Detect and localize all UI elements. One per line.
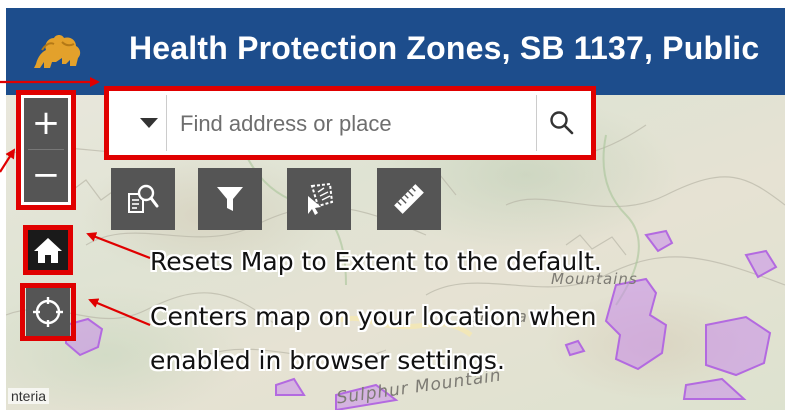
home-highlight-box — [23, 225, 73, 275]
app-header: Health Protection Zones, SB 1137, Public — [6, 0, 785, 95]
california-bear-logo-icon — [32, 28, 84, 78]
select-cursor-icon — [308, 182, 334, 215]
ruler-icon — [394, 184, 424, 214]
zoom-highlight-box — [16, 90, 76, 210]
query-search-icon — [128, 184, 159, 213]
home-caption: Resets Map to Extent to the default. — [150, 247, 602, 276]
app-title: Health Protection Zones, SB 1137, Public — [129, 30, 760, 66]
locate-highlight-box — [20, 283, 76, 341]
filter-widget-button[interactable] — [198, 168, 262, 230]
select-widget-button[interactable] — [287, 168, 351, 230]
search-highlight-box — [104, 86, 596, 160]
locate-caption-line2: enabled in browser settings. — [150, 346, 505, 375]
locate-caption-line1: Centers map on your location when — [150, 302, 597, 331]
filter-icon — [217, 187, 243, 211]
query-widget-button[interactable] — [111, 168, 175, 230]
app-page: Mountains Ventura Sulphur Mountain Healt… — [0, 0, 785, 410]
map-attribution: nteria — [8, 388, 50, 404]
measure-widget-button[interactable] — [377, 168, 441, 230]
